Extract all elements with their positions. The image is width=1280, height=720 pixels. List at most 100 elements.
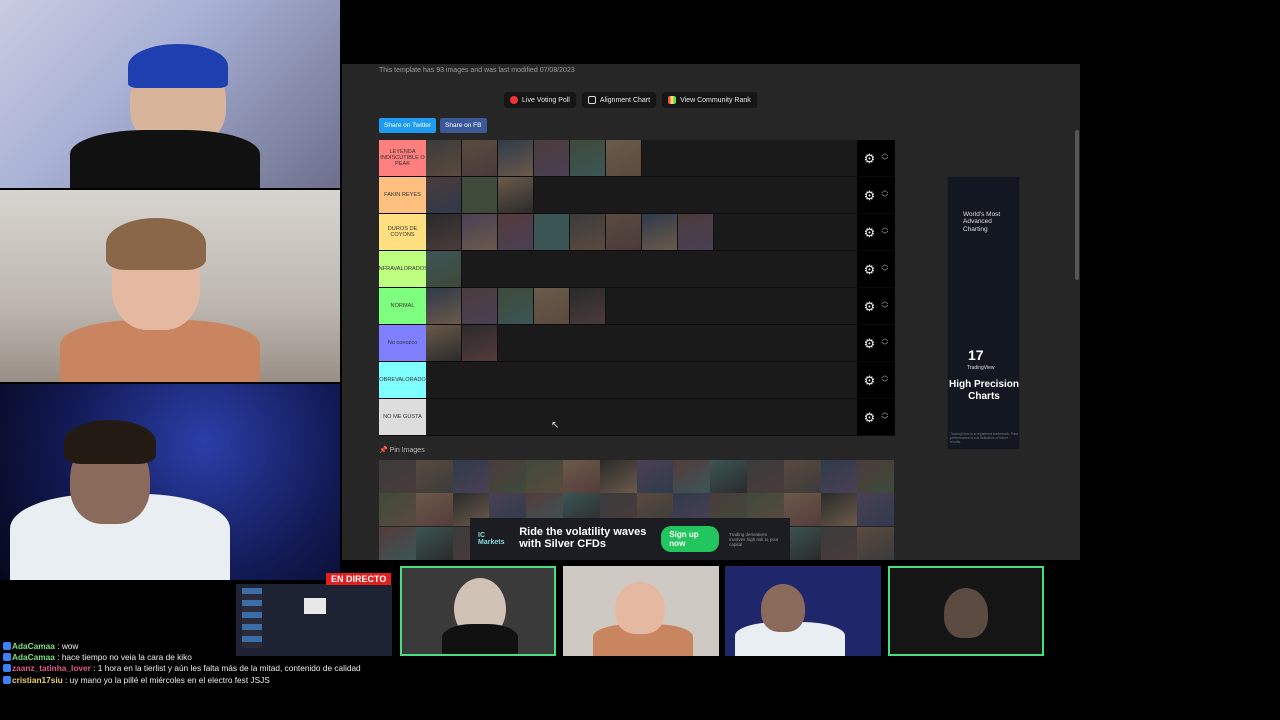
pool-thumbnail[interactable] (599, 460, 637, 493)
artist-thumbnail[interactable] (462, 177, 498, 213)
artist-thumbnail[interactable] (426, 325, 462, 361)
pool-thumbnail[interactable] (415, 526, 453, 560)
artist-thumbnail[interactable] (462, 288, 498, 324)
pool-thumbnail[interactable] (783, 460, 821, 493)
tier-label[interactable]: INFRAVALORADOS (377, 251, 428, 287)
chevron-down-icon[interactable]: ﹀ (881, 158, 888, 166)
chevron-down-icon[interactable]: ﹀ (881, 380, 888, 388)
pool-thumbnail[interactable] (857, 460, 895, 493)
pool-thumbnail[interactable] (562, 460, 600, 493)
tier-items (426, 177, 895, 213)
chevron-down-icon[interactable]: ﹀ (881, 343, 888, 351)
artist-thumbnail[interactable] (606, 214, 642, 250)
chat-username[interactable]: AdaCamaa (12, 641, 55, 651)
gear-icon[interactable]: ⚙ (864, 374, 876, 387)
pool-thumbnail[interactable] (415, 460, 453, 493)
artist-thumbnail[interactable] (426, 251, 462, 287)
artist-thumbnail[interactable] (498, 140, 534, 176)
artist-thumbnail[interactable] (426, 214, 462, 250)
artist-thumbnail[interactable] (570, 288, 606, 324)
pool-thumbnail[interactable] (820, 526, 858, 560)
artist-thumbnail[interactable] (534, 214, 570, 250)
artist-thumbnail[interactable] (606, 140, 642, 176)
artist-thumbnail[interactable] (678, 214, 714, 250)
gear-icon[interactable]: ⚙ (864, 226, 876, 239)
chevron-down-icon[interactable]: ﹀ (881, 417, 888, 425)
chevron-down-icon[interactable]: ﹀ (881, 306, 888, 314)
artist-thumbnail[interactable] (498, 177, 534, 213)
artist-thumbnail[interactable] (426, 177, 462, 213)
pool-thumbnail[interactable] (379, 460, 416, 493)
artist-thumbnail[interactable] (642, 214, 678, 250)
ad-right-headline: World's Most Advanced Charting (963, 211, 1001, 233)
chat-username[interactable]: AdaCamaa (12, 652, 55, 662)
chevron-up-icon[interactable]: ︿ (881, 150, 888, 158)
template-info: This template has 93 images and was last… (379, 67, 575, 74)
chevron-up-icon[interactable]: ︿ (881, 298, 888, 306)
artist-thumbnail[interactable] (534, 140, 570, 176)
tier-label[interactable]: DUROS DE COYONS (379, 214, 426, 250)
tier-label[interactable]: SOBREVALORADOS (376, 362, 430, 398)
artist-thumbnail[interactable] (462, 325, 498, 361)
artist-thumbnail[interactable] (426, 288, 462, 324)
artist-thumbnail[interactable] (570, 214, 606, 250)
community-rank-button[interactable]: View Community Rank (662, 92, 757, 108)
artist-thumbnail[interactable] (534, 288, 570, 324)
artist-thumbnail[interactable] (426, 140, 462, 176)
chevron-up-icon[interactable]: ︿ (881, 187, 888, 195)
pool-thumbnail[interactable] (820, 460, 858, 493)
chevron-up-icon[interactable]: ︿ (881, 224, 888, 232)
chat-username[interactable]: zaanz_tatinha_lover (12, 663, 91, 673)
tier-label[interactable]: FAKIN REYES (379, 177, 426, 213)
panel-top-black (342, 0, 1080, 64)
tier-label[interactable]: LEYENDA INDISCUTIBLE O PEAK (379, 140, 426, 176)
move-arrows: ︿ ﹀ (881, 372, 888, 389)
chevron-down-icon[interactable]: ﹀ (881, 269, 888, 277)
share-fb-button[interactable]: Share on FB (440, 118, 487, 133)
ad-banner-right[interactable]: World's Most Advanced Charting 17 Tradin… (947, 176, 1020, 450)
ad-banner-bottom[interactable]: IC Markets Ride the volatility waves wit… (470, 518, 790, 560)
chevron-down-icon[interactable]: ﹀ (881, 195, 888, 203)
chevron-up-icon[interactable]: ︿ (881, 372, 888, 380)
pool-thumbnail[interactable] (379, 493, 416, 527)
ad-signup-button[interactable]: Sign up now (661, 526, 720, 552)
ad-fine-print: Trading derivatives involves high risk t… (729, 531, 779, 547)
top-buttons: Live Voting Poll Alignment Chart View Co… (504, 92, 757, 108)
pool-thumbnail[interactable] (746, 460, 784, 493)
artist-thumbnail[interactable] (570, 140, 606, 176)
tier-label[interactable]: No conozco (379, 325, 426, 361)
pool-thumbnail[interactable] (415, 493, 453, 527)
artist-thumbnail[interactable] (498, 214, 534, 250)
panel-scrollbar[interactable] (1075, 130, 1079, 280)
gear-icon[interactable]: ⚙ (864, 337, 876, 350)
pool-thumbnail[interactable] (820, 493, 858, 527)
gear-icon[interactable]: ⚙ (864, 152, 876, 165)
pool-thumbnail[interactable] (673, 460, 711, 493)
gear-icon[interactable]: ⚙ (864, 189, 876, 202)
artist-thumbnail[interactable] (462, 140, 498, 176)
share-twitter-button[interactable]: Share on Twitter (379, 118, 437, 133)
chevron-up-icon[interactable]: ︿ (881, 261, 888, 269)
gear-icon[interactable]: ⚙ (864, 263, 876, 276)
chat-username[interactable]: cristian17siu (12, 675, 63, 685)
gear-icon[interactable]: ⚙ (864, 300, 876, 313)
live-voting-button[interactable]: Live Voting Poll (504, 92, 576, 108)
pool-thumbnail[interactable] (489, 460, 527, 493)
tier-label[interactable]: NORMAL (379, 288, 426, 324)
move-arrows: ︿ ﹀ (881, 224, 888, 241)
tier-label[interactable]: NO ME GUSTA (379, 399, 426, 435)
gear-icon[interactable]: ⚙ (864, 411, 876, 424)
chevron-up-icon[interactable]: ︿ (881, 335, 888, 343)
pool-thumbnail[interactable] (526, 460, 563, 493)
pool-thumbnail[interactable] (379, 526, 416, 560)
chevron-up-icon[interactable]: ︿ (881, 409, 888, 417)
pool-thumbnail[interactable] (636, 460, 674, 493)
pool-thumbnail[interactable] (857, 493, 895, 527)
chevron-down-icon[interactable]: ﹀ (881, 232, 888, 240)
pool-thumbnail[interactable] (857, 526, 895, 560)
artist-thumbnail[interactable] (462, 214, 498, 250)
artist-thumbnail[interactable] (498, 288, 534, 324)
alignment-chart-button[interactable]: Alignment Chart (581, 92, 657, 108)
pool-thumbnail[interactable] (452, 460, 490, 493)
pool-thumbnail[interactable] (710, 460, 747, 493)
